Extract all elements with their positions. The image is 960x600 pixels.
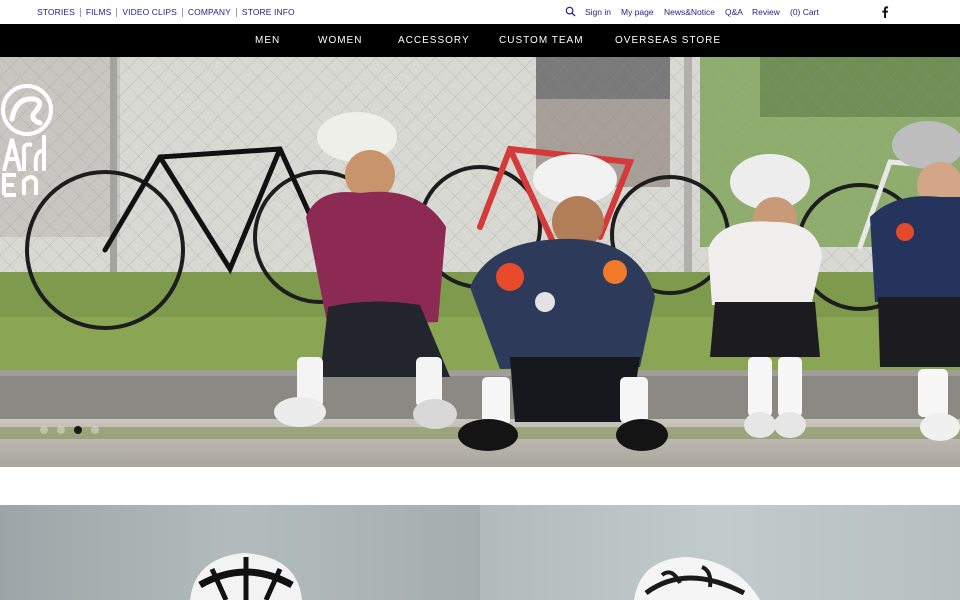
link-company[interactable]: COMPANY	[188, 7, 231, 17]
nav-accessory[interactable]: ACCESSORY	[398, 35, 470, 46]
utility-left-links: STORIES FILMS VIDEO CLIPS COMPANY STORE …	[37, 7, 295, 17]
divider	[79, 7, 81, 17]
slider-dot-active[interactable]	[74, 426, 82, 434]
hero-banner[interactable]	[0, 57, 960, 467]
feature-tile-right[interactable]	[480, 505, 960, 600]
search-icon[interactable]	[565, 6, 576, 17]
link-sign-in[interactable]: Sign in	[585, 7, 611, 17]
divider	[116, 7, 118, 17]
link-cart[interactable]: (0) Cart	[790, 7, 819, 17]
link-qa[interactable]: Q&A	[725, 7, 743, 17]
slider-dot[interactable]	[91, 426, 99, 434]
link-films[interactable]: FILMS	[86, 7, 112, 17]
slider-dots	[40, 426, 99, 434]
slider-dot[interactable]	[57, 426, 65, 434]
nav-custom-team[interactable]: CUSTOM TEAM	[499, 35, 584, 46]
link-video-clips[interactable]: VIDEO CLIPS	[122, 7, 176, 17]
link-my-page[interactable]: My page	[621, 7, 654, 17]
link-review[interactable]: Review	[752, 7, 780, 17]
link-stories[interactable]: STORIES	[37, 7, 75, 17]
link-store-info[interactable]: STORE INFO	[242, 7, 295, 17]
tile-image-helmet	[190, 553, 302, 600]
link-news-notice[interactable]: News&Notice	[664, 7, 715, 17]
slider-dot[interactable]	[40, 426, 48, 434]
feature-tile-left[interactable]	[0, 505, 480, 600]
divider	[235, 7, 237, 17]
utility-bar: STORIES FILMS VIDEO CLIPS COMPANY STORE …	[0, 0, 960, 24]
main-nav: MEN WOMEN ACCESSORY CUSTOM TEAM OVERSEAS…	[0, 24, 960, 57]
tile-image-helmet	[634, 557, 760, 600]
nav-men[interactable]: MEN	[255, 35, 280, 46]
hero-image	[0, 57, 960, 467]
divider	[181, 7, 183, 17]
facebook-icon[interactable]	[881, 6, 889, 18]
nav-women[interactable]: WOMEN	[318, 35, 362, 46]
nav-overseas-store[interactable]: OVERSEAS STORE	[615, 35, 721, 46]
brand-logo[interactable]	[0, 83, 54, 199]
